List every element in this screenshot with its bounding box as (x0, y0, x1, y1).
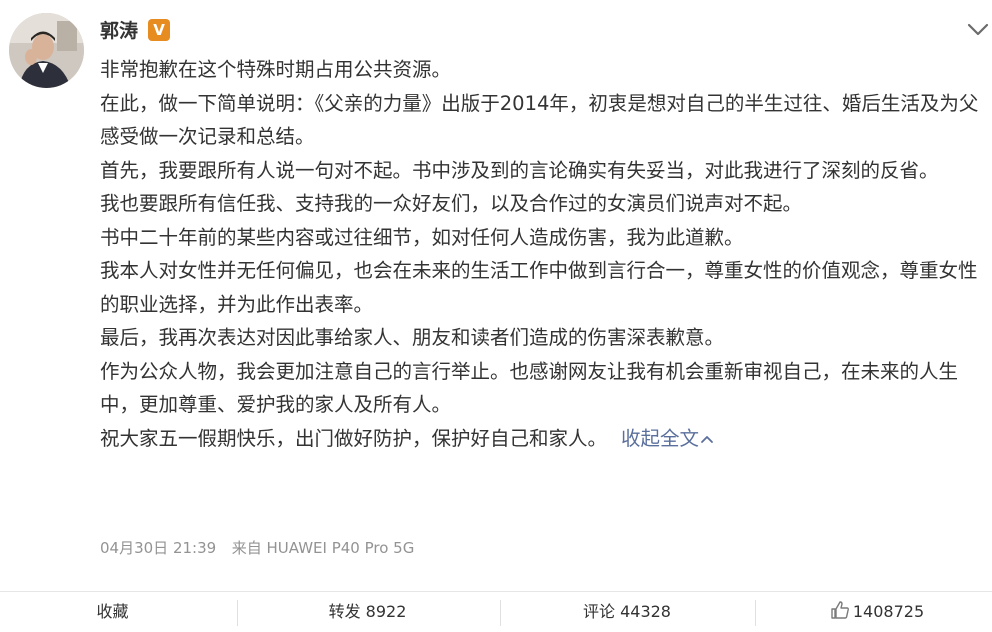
post-meta: 04月30日 21:39 来自 HUAWEI P40 Pro 5G (100, 538, 414, 558)
favorite-label: 收藏 (96, 602, 129, 621)
post-paragraph: 非常抱歉在这个特殊时期占用公共资源。 (100, 58, 452, 81)
collapse-text-link[interactable]: 收起全文 (621, 427, 715, 450)
favorite-button[interactable]: 收藏 (0, 592, 225, 632)
repost-button[interactable]: 转发 8922 (245, 592, 490, 632)
post-source: 来自 HUAWEI P40 Pro 5G (231, 539, 415, 557)
profile-photo (9, 13, 84, 88)
comment-label: 评论 44328 (583, 602, 671, 621)
post-paragraph: 我也要跟所有信任我、支持我的一众好友们，以及合作过的女演员们说声对不起。 (100, 192, 803, 215)
action-separator (500, 600, 501, 626)
thumbs-up-icon (831, 601, 849, 619)
username[interactable]: 郭涛 (100, 18, 138, 44)
action-bar: 收藏 转发 8922 评论 44328 1408725 (0, 592, 992, 632)
avatar[interactable] (9, 13, 84, 88)
post-paragraph: 作为公众人物，我会更加注意自己的言行举止。也感谢网友让我有机会重新审视自己，在未… (100, 359, 959, 417)
post-paragraph: 首先，我要跟所有人说一句对不起。书中涉及到的言论确实有失妥当，对此我进行了深刻的… (100, 158, 939, 182)
like-count: 1408725 (852, 602, 925, 621)
like-button[interactable]: 1408725 (762, 592, 992, 632)
post-paragraph-text: 祝大家五一假期快乐，出门做好防护，保护好自己和家人。 (100, 426, 608, 450)
post-timestamp[interactable]: 04月30日 21:39 (100, 539, 216, 557)
repost-label: 转发 8922 (328, 602, 407, 621)
post-paragraph: 书中二十年前的某些内容或过往细节，如对任何人造成伤害，我为此道歉。 (100, 225, 744, 249)
collapse-label: 收起全文 (621, 426, 700, 450)
verified-badge-icon: V (148, 19, 170, 41)
post-paragraph: 最后，我再次表达对因此事给家人、朋友和读者们造成的伤害深表歉意。 (100, 326, 725, 349)
action-separator (237, 600, 238, 626)
post-paragraph: 我本人对女性并无任何偏见，也会在未来的生活工作中做到言行合一，尊重女性的价值观念… (100, 259, 978, 316)
chevron-up-icon (701, 436, 713, 443)
chevron-down-icon[interactable] (966, 20, 990, 40)
comment-button[interactable]: 评论 44328 (507, 592, 747, 632)
action-separator (755, 600, 756, 626)
post-paragraph-last: 祝大家五一假期快乐，出门做好防护，保护好自己和家人。 收起全文 (100, 422, 988, 456)
post-body: 非常抱歉在这个特殊时期占用公共资源。 在此，做一下简单说明：《父亲的力量》出版于… (100, 53, 988, 455)
post-paragraph: 在此，做一下简单说明：《父亲的力量》出版于2014年，初衷是想对自己的半生过往、… (100, 91, 979, 149)
